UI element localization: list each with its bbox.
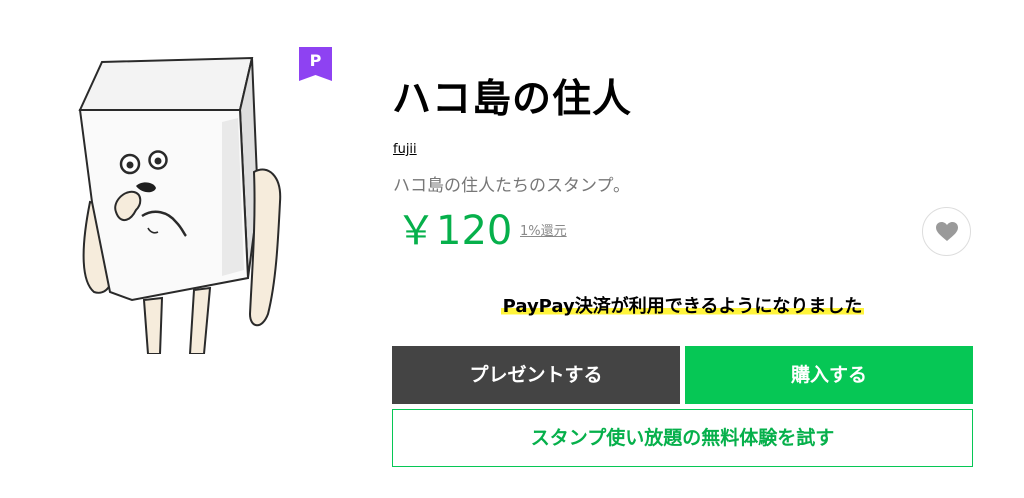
paypay-notice-text: PayPay決済が利用できるようになりました — [500, 296, 865, 317]
favorite-button[interactable] — [922, 207, 971, 256]
price: ￥120 — [396, 208, 513, 254]
premium-badge-letter: P — [309, 51, 322, 70]
author-link[interactable]: fujii — [393, 142, 417, 158]
product-description: ハコ島の住人たちのスタンプ。 — [393, 176, 630, 196]
free-trial-button[interactable]: スタンプ使い放題の無料体験を試す — [392, 409, 973, 467]
sticker-product-page: P ハコ島の住人 fujii ハコ島の住人たちのスタンプ。 ￥120 1%還元 … — [0, 0, 1024, 498]
rebate-link[interactable]: 1%還元 — [520, 224, 567, 240]
sticker-main-image — [72, 52, 292, 355]
product-title: ハコ島の住人 — [392, 77, 633, 122]
buy-button[interactable]: 購入する — [685, 346, 973, 404]
premium-badge: P — [299, 47, 332, 81]
paypay-notice: PayPay決済が利用できるようになりました — [392, 287, 973, 327]
heart-icon — [936, 222, 958, 241]
present-button[interactable]: プレゼントする — [392, 346, 680, 404]
